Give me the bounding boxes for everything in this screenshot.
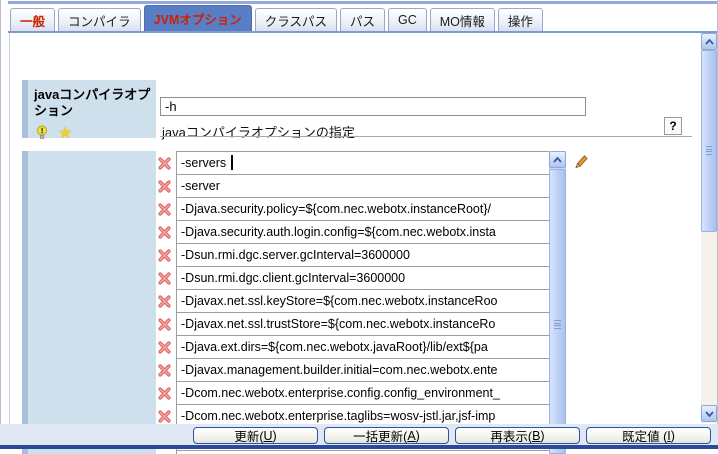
star-icon: ★ bbox=[58, 127, 72, 141]
x-icon bbox=[158, 249, 171, 262]
delete-option-button[interactable] bbox=[158, 156, 173, 170]
delete-option-button[interactable] bbox=[158, 179, 173, 193]
chevron-up-icon bbox=[705, 39, 714, 45]
jvm-option-row bbox=[158, 358, 550, 382]
jvm-option-row bbox=[158, 289, 550, 313]
compiler-option-input[interactable] bbox=[160, 97, 586, 116]
scroll-up-button[interactable] bbox=[549, 151, 566, 168]
jvm-option-input[interactable] bbox=[176, 220, 550, 244]
jvm-option-input[interactable] bbox=[176, 174, 550, 198]
settings-panel: javaコンパイラオプション ★ javaコンパイラオプションの指定 ? bbox=[9, 33, 702, 424]
jvm-option-input[interactable] bbox=[176, 197, 550, 221]
x-icon bbox=[158, 272, 171, 285]
tab-4[interactable]: パス bbox=[340, 8, 385, 31]
command-button-1[interactable]: 一括更新(A) bbox=[324, 427, 449, 444]
field-label: javaコンパイラオプション bbox=[28, 80, 156, 119]
chevron-down-icon bbox=[705, 411, 714, 417]
jvm-option-input[interactable] bbox=[176, 358, 550, 382]
x-icon bbox=[158, 318, 171, 331]
text-caret bbox=[231, 155, 233, 170]
options-list bbox=[158, 151, 550, 454]
tab-5[interactable]: GC bbox=[388, 8, 427, 31]
page-scrollbar[interactable] bbox=[701, 33, 717, 423]
x-icon bbox=[158, 341, 171, 354]
delete-option-button[interactable] bbox=[158, 317, 173, 331]
jvm-option-input[interactable] bbox=[176, 243, 550, 267]
x-icon bbox=[158, 180, 171, 193]
x-icon bbox=[158, 157, 171, 170]
chevron-up-icon bbox=[553, 157, 562, 163]
tab-strip-top-border bbox=[8, 1, 717, 4]
x-icon bbox=[158, 364, 171, 377]
tab-3[interactable]: クラスパス bbox=[255, 8, 337, 31]
page-scroll-up-button[interactable] bbox=[701, 33, 717, 50]
jvm-option-input[interactable] bbox=[176, 335, 550, 359]
jvm-option-row bbox=[158, 174, 550, 198]
command-button-0[interactable]: 更新(U) bbox=[193, 427, 318, 444]
x-icon bbox=[158, 387, 171, 400]
tab-0[interactable]: 一般 bbox=[10, 8, 55, 31]
jvm-option-input[interactable] bbox=[176, 450, 550, 454]
delete-option-button[interactable] bbox=[158, 363, 173, 377]
delete-option-button[interactable] bbox=[158, 409, 173, 423]
jvm-option-row bbox=[158, 197, 550, 221]
command-button-3[interactable]: 既定値 (I) bbox=[586, 427, 711, 444]
x-icon bbox=[158, 410, 171, 423]
jvm-option-input[interactable] bbox=[176, 381, 550, 405]
tab-bar: 一般コンパイラJVMオプションクラスパスパスGCMO情報操作 bbox=[10, 5, 543, 31]
page-scrollbar-thumb[interactable] bbox=[701, 50, 717, 232]
delete-option-button[interactable] bbox=[158, 294, 173, 308]
tab-1[interactable]: コンパイラ bbox=[58, 8, 141, 31]
delete-option-button[interactable] bbox=[158, 225, 173, 239]
help-button[interactable]: ? bbox=[664, 117, 682, 135]
jvm-option-input[interactable] bbox=[176, 266, 550, 290]
page-scroll-down-button[interactable] bbox=[701, 405, 717, 422]
lightbulb-icon bbox=[35, 125, 49, 143]
row-separator bbox=[160, 136, 692, 137]
edit-icon[interactable] bbox=[572, 154, 588, 170]
delete-option-button[interactable] bbox=[158, 202, 173, 216]
window-left-border bbox=[0, 0, 1, 449]
jvm-option-row bbox=[158, 450, 550, 454]
jvm-options-label-block bbox=[22, 151, 156, 454]
jvm-option-row bbox=[158, 335, 550, 359]
jvm-option-row bbox=[158, 381, 550, 405]
jvm-option-row bbox=[158, 312, 550, 336]
window-bottom-strip bbox=[0, 445, 718, 449]
scrollbar-thumb[interactable] bbox=[549, 169, 566, 454]
delete-option-button[interactable] bbox=[158, 271, 173, 285]
tab-2[interactable]: JVMオプション bbox=[144, 5, 252, 31]
command-buttons: 更新(U) 一括更新(A) 再表示(B) 既定値 (I) bbox=[193, 427, 711, 444]
x-icon bbox=[158, 203, 171, 216]
x-icon bbox=[158, 295, 171, 308]
jvm-option-row bbox=[158, 243, 550, 267]
tab-7[interactable]: 操作 bbox=[498, 8, 543, 31]
tab-6[interactable]: MO情報 bbox=[430, 8, 495, 31]
jvm-option-row bbox=[158, 266, 550, 290]
options-list-scrollbar[interactable] bbox=[549, 151, 566, 454]
delete-option-button[interactable] bbox=[158, 340, 173, 354]
command-button-2[interactable]: 再表示(B) bbox=[455, 427, 580, 444]
jvm-option-input[interactable] bbox=[176, 312, 550, 336]
compiler-option-label-block: javaコンパイラオプション ★ bbox=[22, 80, 156, 138]
delete-option-button[interactable] bbox=[158, 386, 173, 400]
jvm-option-row bbox=[158, 220, 550, 244]
field-description: javaコンパイラオプションの指定 bbox=[162, 122, 355, 141]
x-icon bbox=[158, 226, 171, 239]
delete-option-button[interactable] bbox=[158, 248, 173, 262]
jvm-option-input[interactable] bbox=[176, 289, 550, 313]
jvm-option-row bbox=[158, 151, 550, 175]
